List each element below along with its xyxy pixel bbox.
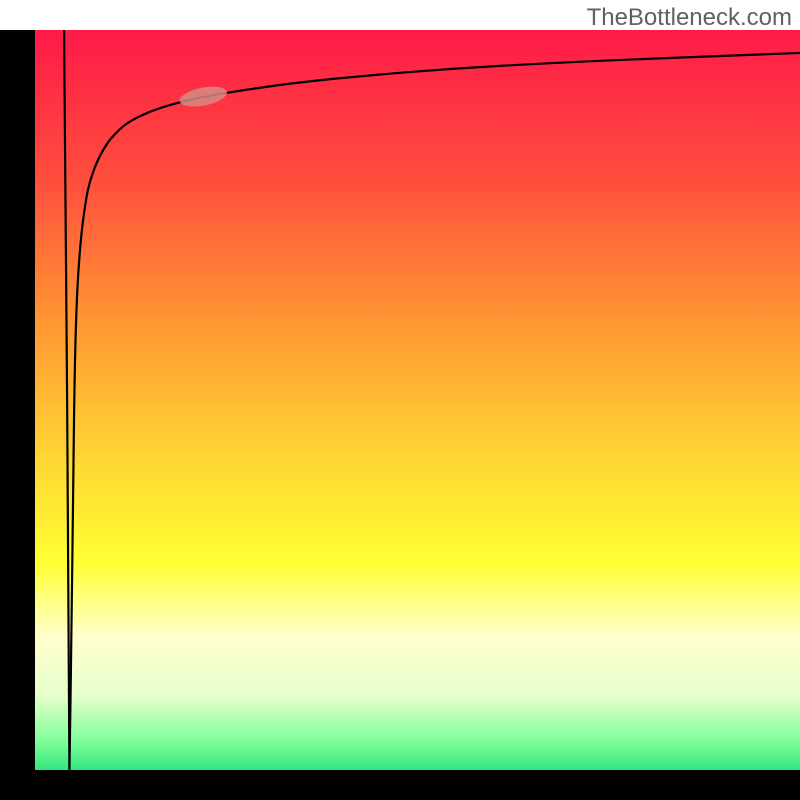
y-axis	[0, 30, 35, 800]
chart-svg	[0, 30, 800, 800]
watermark-text: TheBottleneck.com	[587, 4, 792, 32]
plot-background	[35, 30, 800, 770]
bottleneck-chart	[0, 30, 800, 800]
x-axis	[0, 770, 800, 800]
